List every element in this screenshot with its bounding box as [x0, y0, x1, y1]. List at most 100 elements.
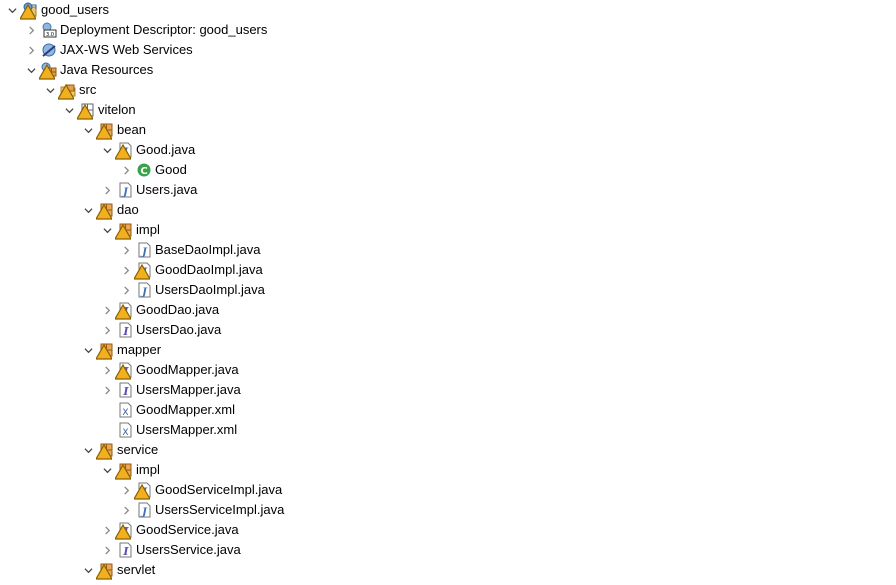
xml-file-icon: X: [117, 422, 133, 438]
tree-item[interactable]: impl: [98, 220, 160, 240]
tree-item-label: dao: [117, 202, 139, 217]
tree-item[interactable]: X UsersMapper.xml: [98, 420, 237, 440]
tree-item[interactable]: J BaseDaoImpl.java: [117, 240, 261, 260]
chevron-right-icon[interactable]: [117, 280, 136, 300]
tree-item-label: GoodService.java: [136, 522, 239, 537]
tree-item-label: Good.java: [136, 142, 196, 157]
project-icon: [20, 2, 38, 20]
warning-icon: [20, 4, 36, 20]
chevron-right-icon[interactable]: [22, 40, 41, 60]
tree-item-label: service: [117, 442, 159, 457]
tree-item[interactable]: 3.0 Deployment Descriptor: good_users: [22, 20, 267, 40]
svg-text:3.0: 3.0: [46, 32, 54, 38]
tree-item[interactable]: X GoodMapper.xml: [98, 400, 235, 420]
tree-item[interactable]: IGoodMapper.java: [98, 360, 239, 380]
tree-item-label: Users.java: [136, 182, 198, 197]
package-icon: [115, 222, 133, 240]
tree-item[interactable]: dao: [79, 200, 139, 220]
tree-item-label: good_users: [41, 2, 109, 17]
tree-item-label: UsersDao.java: [136, 322, 222, 337]
chevron-right-icon[interactable]: [98, 380, 117, 400]
tree-item[interactable]: src: [41, 80, 96, 100]
tree-item-label: GoodDao.java: [136, 302, 220, 317]
tree-item[interactable]: IGoodDao.java: [98, 300, 219, 320]
chevron-right-icon[interactable]: [117, 240, 136, 260]
chevron-right-icon[interactable]: [98, 320, 117, 340]
tree-item-label: UsersServiceImpl.java: [155, 502, 285, 517]
tree-item[interactable]: C Good: [117, 160, 187, 180]
warning-icon: [58, 84, 74, 100]
xml-file-icon: X: [117, 402, 133, 418]
tree-item[interactable]: bean: [79, 120, 146, 140]
chevron-right-icon[interactable]: [98, 180, 117, 200]
tree-item[interactable]: service: [79, 440, 158, 460]
tree-item-label: Good: [155, 162, 187, 177]
tree-item[interactable]: J UsersServiceImpl.java: [117, 500, 284, 520]
chevron-right-icon[interactable]: [117, 500, 136, 520]
tree-item[interactable]: servlet: [79, 560, 155, 580]
interface-file-icon: I: [115, 522, 133, 540]
svg-text:X: X: [122, 428, 128, 438]
tree-item[interactable]: J UsersDaoImpl.java: [117, 280, 265, 300]
web-services-icon: [41, 42, 57, 58]
tree-item[interactable]: Java Resources: [22, 60, 153, 80]
tree-item-label: GoodServiceImpl.java: [155, 482, 283, 497]
warning-icon: [115, 304, 131, 320]
tree-item-label: GoodDaoImpl.java: [155, 262, 263, 277]
java-file-icon: J: [136, 242, 152, 258]
warning-icon: [115, 524, 131, 540]
tree-item[interactable]: mapper: [79, 340, 161, 360]
warning-icon: [39, 64, 55, 80]
tree-item[interactable]: J Users.java: [98, 180, 197, 200]
tree-item[interactable]: IGoodService.java: [98, 520, 239, 540]
warning-icon: [115, 224, 131, 240]
svg-text:X: X: [122, 408, 128, 418]
interface-file-icon: I: [115, 362, 133, 380]
interface-file-icon: I: [117, 542, 133, 558]
tree-item[interactable]: JGoodDaoImpl.java: [117, 260, 263, 280]
tree-item[interactable]: impl: [98, 460, 160, 480]
package-icon: [96, 202, 114, 220]
java-resources-icon: [39, 62, 57, 80]
tree-item-label: GoodMapper.java: [136, 362, 239, 377]
java-file-icon: J: [115, 142, 133, 160]
tree-item-label: UsersService.java: [136, 542, 241, 557]
tree-item-label: vitelon: [98, 102, 136, 117]
tree-item-label: src: [79, 82, 97, 97]
chevron-right-icon[interactable]: [22, 20, 41, 40]
svg-text:I: I: [122, 545, 129, 558]
svg-text:I: I: [122, 325, 129, 338]
package-icon: [96, 562, 114, 580]
tree-item-label: UsersMapper.xml: [136, 422, 238, 437]
tree-item[interactable]: I UsersService.java: [98, 540, 241, 560]
tree-item[interactable]: I UsersDao.java: [98, 320, 221, 340]
java-file-icon: J: [117, 182, 133, 198]
interface-file-icon: I: [115, 302, 133, 320]
tree-item[interactable]: I UsersMapper.java: [98, 380, 241, 400]
package-empty-icon: [77, 102, 95, 120]
deployment-descriptor-icon: 3.0: [41, 22, 57, 38]
package-icon: [115, 462, 133, 480]
tree-item[interactable]: JGood.java: [98, 140, 195, 160]
warning-icon: [115, 464, 131, 480]
package-icon: [96, 442, 114, 460]
tree-item-label: servlet: [117, 562, 156, 577]
package-icon: [96, 122, 114, 140]
interface-file-icon: I: [117, 382, 133, 398]
tree-item[interactable]: JGoodServiceImpl.java: [117, 480, 282, 500]
tree-item-label: Java Resources: [60, 62, 154, 77]
tree-item[interactable]: good_users: [3, 0, 109, 20]
tree-item-label: bean: [117, 122, 146, 137]
tree-item-label: BaseDaoImpl.java: [155, 242, 261, 257]
tree-item-label: mapper: [117, 342, 162, 357]
warning-icon: [96, 124, 112, 140]
warning-icon: [115, 144, 131, 160]
warning-icon: [134, 264, 150, 280]
tree-item[interactable]: vitelon: [60, 100, 136, 120]
chevron-right-icon[interactable]: [117, 160, 136, 180]
tree-item[interactable]: JAX-WS Web Services: [22, 40, 193, 60]
chevron-right-icon[interactable]: [98, 540, 117, 560]
svg-text:C: C: [140, 166, 147, 177]
